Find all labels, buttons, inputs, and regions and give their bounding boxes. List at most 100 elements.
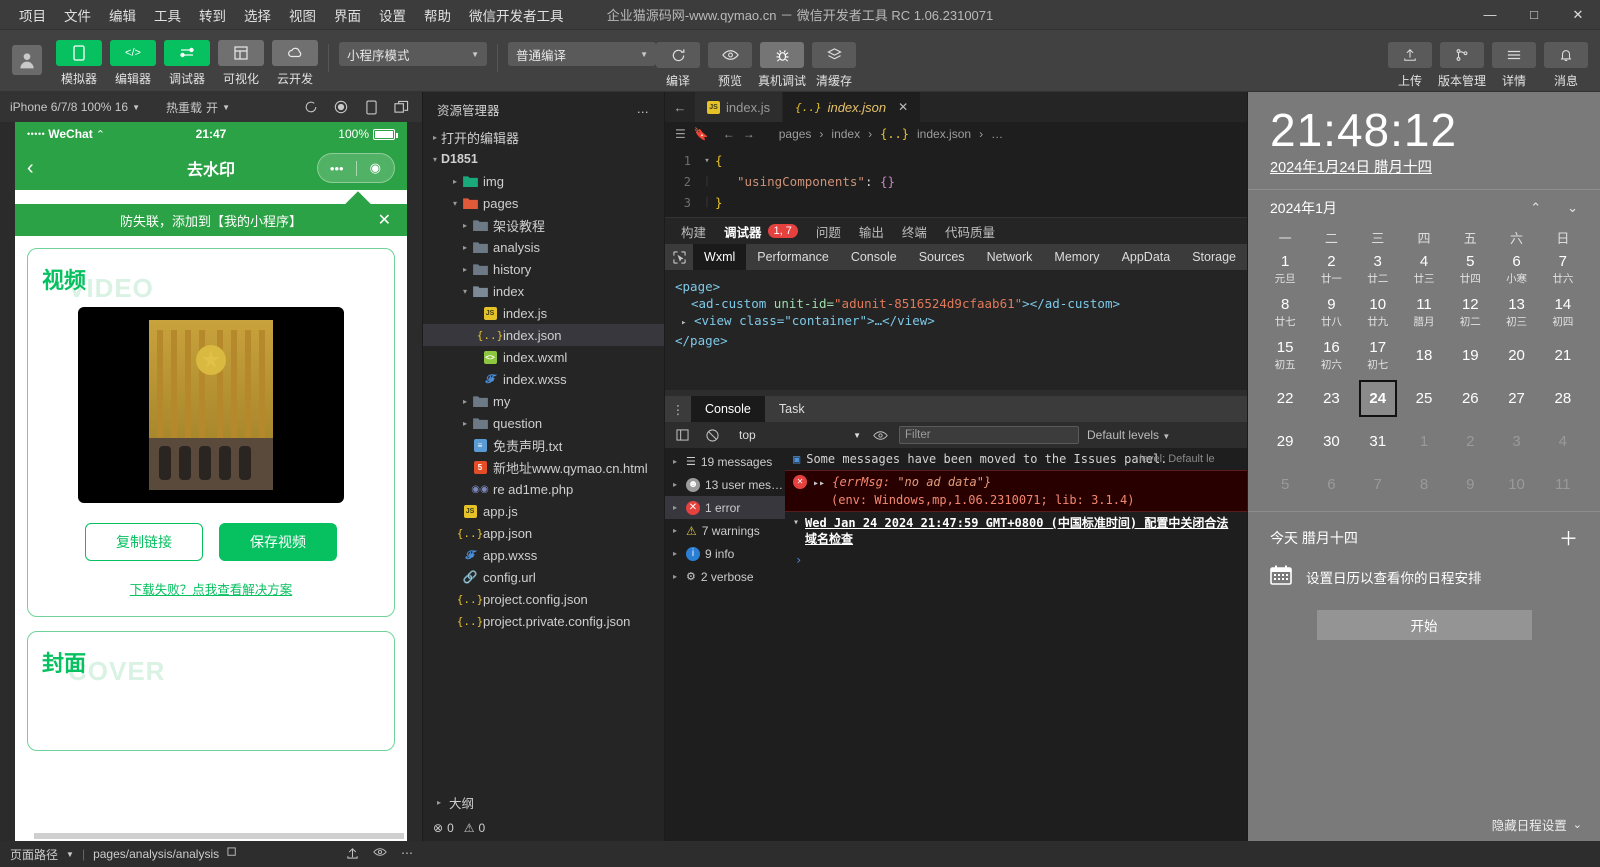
scrollbar-thumb[interactable] xyxy=(34,833,404,839)
calendar-day[interactable]: 3 xyxy=(1493,421,1539,462)
code-editor[interactable]: 1 ▾ { 2 │ "usingComponents" : {} 3 │ } xyxy=(665,146,1247,217)
calendar-day[interactable]: 11 xyxy=(1540,464,1586,505)
calendar-day[interactable]: 10 xyxy=(1493,464,1539,505)
console-context-select[interactable]: top ▼ xyxy=(731,428,861,442)
calendar-day[interactable]: 1 xyxy=(1401,421,1447,462)
calendar-day[interactable]: 23 xyxy=(1308,378,1354,419)
tab-code-quality[interactable]: 代码质量 xyxy=(945,222,995,241)
tree-item-index.wxml[interactable]: <>index.wxml xyxy=(423,346,664,368)
calendar-day[interactable]: 8廿七 xyxy=(1262,292,1308,333)
breadcrumb-index[interactable]: index xyxy=(831,127,860,141)
outline-section[interactable]: ▸ 大纲 xyxy=(423,789,664,815)
tree-item-open-editors[interactable]: ▸ 打开的编辑器 xyxy=(423,126,664,148)
sidebar-toggle-icon[interactable] xyxy=(671,429,693,441)
summary-user-messages[interactable]: ▸ ☻ 13 user mes… xyxy=(665,473,785,496)
compile-select[interactable]: 普通编译 ▼ xyxy=(508,42,656,66)
tree-item-history[interactable]: ▸history xyxy=(423,258,664,280)
calendar-day[interactable]: 17初七 xyxy=(1355,335,1401,376)
calendar-day[interactable]: 31 xyxy=(1355,421,1401,462)
eye-icon[interactable] xyxy=(373,846,387,862)
calendar-day[interactable]: 25 xyxy=(1401,378,1447,419)
calendar-day[interactable]: 16初六 xyxy=(1308,335,1354,376)
video-player[interactable] xyxy=(78,307,344,503)
expand-icon[interactable]: ▸ xyxy=(681,318,686,328)
calendar-day[interactable]: 5廿四 xyxy=(1447,249,1493,290)
wxml-tree[interactable]: <page> <ad-custom unit-id="adunit-851652… xyxy=(665,270,1247,390)
eye-icon[interactable] xyxy=(869,430,891,441)
tree-item-project-root[interactable]: ▾ D1851 xyxy=(423,148,664,170)
debugger-toggle[interactable]: 调试器 xyxy=(164,40,210,87)
summary-errors[interactable]: ▸ ✕ 1 error xyxy=(665,496,785,519)
upload-button[interactable]: 上传 xyxy=(1388,36,1432,89)
breadcrumb-file[interactable]: index.json xyxy=(917,127,971,141)
tab-problems[interactable]: 问题 xyxy=(816,222,841,241)
calendar-day[interactable]: 26 xyxy=(1447,378,1493,419)
collapse-icon[interactable]: ▾ xyxy=(793,515,799,531)
save-video-button[interactable]: 保存视频 xyxy=(219,523,337,561)
hotreload-select[interactable]: 热重载 开 ▼ xyxy=(166,99,230,116)
explorer-more-icon[interactable]: … xyxy=(637,102,651,116)
page-path-label[interactable]: 页面路径 xyxy=(10,846,58,863)
simulator-record-icon[interactable] xyxy=(330,96,352,118)
editor-tab-index-js[interactable]: JS index.js xyxy=(695,92,783,122)
devtools-tab-performance[interactable]: Performance xyxy=(746,244,840,270)
menu-item-help[interactable]: 帮助 xyxy=(415,1,460,29)
calendar-day-today[interactable]: 24 xyxy=(1355,378,1401,419)
tab-debugger[interactable]: 调试器 xyxy=(724,222,762,241)
calendar-day[interactable]: 15初五 xyxy=(1262,335,1308,376)
calendar-day[interactable]: 9廿八 xyxy=(1308,292,1354,333)
tab-output[interactable]: 输出 xyxy=(859,222,884,241)
summary-verbose[interactable]: ▸ ⚙ 2 verbose xyxy=(665,565,785,588)
calendar-next-icon[interactable]: ⌄ xyxy=(1567,200,1578,216)
console-prompt[interactable]: › xyxy=(785,550,1247,570)
more-icon[interactable]: ••• xyxy=(318,161,356,176)
tree-item-project.private.config.json[interactable]: {..}project.private.config.json xyxy=(423,610,664,632)
console-tab-task[interactable]: Task xyxy=(765,396,819,422)
menu-item-ui[interactable]: 界面 xyxy=(325,1,370,29)
device-select[interactable]: iPhone 6/7/8 100% 16 ▼ xyxy=(10,100,140,114)
calendar-day[interactable]: 4 xyxy=(1540,421,1586,462)
devtools-tab-memory[interactable]: Memory xyxy=(1043,244,1110,270)
mode-select[interactable]: 小程序模式 ▼ xyxy=(339,42,487,66)
menu-item-edit[interactable]: 编辑 xyxy=(100,1,145,29)
calendar-prev-icon[interactable]: ⌃ xyxy=(1530,200,1541,216)
tree-item-config.url[interactable]: 🔗config.url xyxy=(423,566,664,588)
tree-item-index.json[interactable]: {..}index.json xyxy=(423,324,664,346)
chevron-down-icon[interactable]: ▼ xyxy=(66,850,74,859)
close-circle-icon[interactable]: ◉ xyxy=(357,160,395,176)
calendar-day[interactable]: 1元旦 xyxy=(1262,249,1308,290)
clock-date[interactable]: 2024年1月24日 腊月十四 xyxy=(1270,156,1578,177)
menu-item-file[interactable]: 文件 xyxy=(55,1,100,29)
calendar-day[interactable]: 6 xyxy=(1308,464,1354,505)
tree-item-analysis[interactable]: ▸analysis xyxy=(423,236,664,258)
menu-item-tools[interactable]: 工具 xyxy=(145,1,190,29)
calendar-day[interactable]: 18 xyxy=(1401,335,1447,376)
summary-messages[interactable]: ▸ ☰ 19 messages xyxy=(665,450,785,473)
minimize-button[interactable]: — xyxy=(1468,0,1512,30)
simulator-rotate-icon[interactable] xyxy=(360,96,382,118)
cloud-toggle[interactable]: 云开发 xyxy=(272,40,318,87)
summary-warnings[interactable]: ▸ ⚠ 7 warnings xyxy=(665,519,785,542)
devtools-tab-console[interactable]: Console xyxy=(840,244,908,270)
breadcrumb-more[interactable]: … xyxy=(991,127,1003,141)
copy-icon[interactable] xyxy=(227,847,238,861)
editor-back-icon[interactable]: ← xyxy=(665,92,695,122)
calendar-day[interactable]: 28 xyxy=(1540,378,1586,419)
calendar-day[interactable]: 7 xyxy=(1355,464,1401,505)
compile-button[interactable]: 编译 xyxy=(656,36,700,89)
devtools-tab-wxml[interactable]: Wxml xyxy=(693,244,746,270)
visual-toggle[interactable]: 可视化 xyxy=(218,40,264,87)
calendar-day[interactable]: 2 xyxy=(1447,421,1493,462)
chevron-down-icon[interactable]: ⌄ xyxy=(1573,818,1582,831)
calendar-day[interactable]: 21 xyxy=(1540,335,1586,376)
calendar-day[interactable]: 22 xyxy=(1262,378,1308,419)
breadcrumb-pages[interactable]: pages xyxy=(779,127,812,141)
editor-tab-index-json[interactable]: {..} index.json ✕ xyxy=(783,92,921,122)
nav-back-icon[interactable]: ← xyxy=(723,127,735,141)
calendar-day[interactable]: 30 xyxy=(1308,421,1354,462)
tree-item-app.js[interactable]: JSapp.js xyxy=(423,500,664,522)
calendar-month[interactable]: 2024年1月 xyxy=(1270,198,1337,218)
calendar-day[interactable]: 29 xyxy=(1262,421,1308,462)
more-icon[interactable]: ⋯ xyxy=(401,846,413,862)
details-button[interactable]: 详情 xyxy=(1492,36,1536,89)
